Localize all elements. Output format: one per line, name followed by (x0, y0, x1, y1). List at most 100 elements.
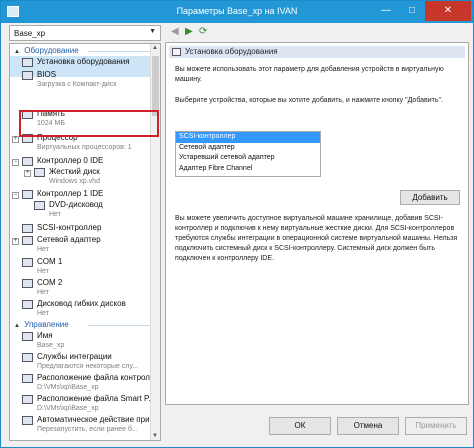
tree-item-sub: Нет (37, 268, 49, 275)
tree-item-label: Службы интеграции (37, 352, 112, 361)
section-divider (88, 51, 150, 52)
tree-item-com2[interactable]: COM 2 Нет (10, 277, 150, 298)
tree-item-sub: Нет (49, 211, 61, 218)
add-device-button[interactable]: Добавить (400, 190, 460, 205)
forward-icon[interactable]: ▶ (185, 26, 193, 38)
tree-item-sub: D:\VMs\xp\Base_xp (37, 405, 99, 412)
settings-window: Параметры Base_xp на IVAN — □ ✕ Base_xp … (0, 0, 474, 448)
tree-item-label: SCSI-контроллер (37, 223, 102, 232)
tree-item-hard-disk[interactable]: + Жесткий диск Windows xp.vhd (10, 166, 150, 187)
expand-icon[interactable]: + (12, 136, 19, 143)
tree-item-sub: Загрузка с Компакт-диск (37, 81, 117, 88)
tree-item-sub: Нет (37, 310, 49, 317)
integration-services-icon (22, 353, 33, 362)
hardware-install-icon (22, 58, 33, 67)
tree-item-label: BIOS (37, 70, 57, 79)
right-pane: ◀ ▶ ⟳ Установка оборудования Вы можете и… (165, 25, 471, 405)
minimize-button[interactable]: — (373, 1, 399, 21)
panel-instruction-text: Выберите устройства, которые вы хотите д… (175, 97, 443, 104)
scsi-controller-icon (22, 224, 33, 233)
tree-item-sub: Предлагаются некоторые слу... (37, 363, 139, 370)
dialog-button-bar: ОК Отмена Применить (1, 413, 473, 447)
device-list[interactable]: SCSI-контроллер Сетевой адаптер Устаревш… (175, 131, 321, 177)
tree-item-label: DVD-дисковод (49, 200, 103, 209)
collapse-icon[interactable]: − (12, 192, 19, 199)
hard-disk-icon (34, 168, 45, 177)
device-option[interactable]: SCSI-контроллер (176, 132, 320, 143)
scrollbar-thumb[interactable] (152, 56, 159, 116)
device-option[interactable]: Сетевой адаптер (176, 143, 320, 154)
com-port-icon (22, 258, 33, 267)
apply-button[interactable]: Применить (405, 417, 467, 435)
tree-item-label: COM 2 (37, 278, 63, 287)
nav-toolbar: ◀ ▶ ⟳ (165, 25, 471, 40)
back-icon[interactable]: ◀ (171, 26, 179, 38)
tree-item-floppy-drive[interactable]: Дисковод гибких дисков Нет (10, 298, 150, 319)
settings-tree[interactable]: ▲ Оборудование Установка оборудования BI… (9, 43, 161, 441)
tree-item-sub: Виртуальных процессоров: 1 (37, 144, 132, 151)
collapse-icon[interactable]: − (12, 159, 19, 166)
left-pane: Base_xp ▼ ▲ Оборудование Установка обору… (9, 25, 161, 441)
tree-item-label: Расположение файла контрольн... (37, 373, 150, 382)
snapshot-location-icon (22, 374, 33, 383)
tree-item-label: Контроллер 0 IDE (37, 156, 104, 165)
expand-icon[interactable]: + (12, 238, 19, 245)
tree-item-sub: Нет (37, 289, 49, 296)
section-divider (88, 325, 150, 326)
bios-icon (22, 71, 33, 80)
hardware-install-icon (172, 48, 181, 56)
ok-button[interactable]: ОК (269, 417, 331, 435)
section-management[interactable]: ▲ Управление (10, 319, 150, 330)
smart-paging-icon (22, 395, 33, 404)
tree-item-label: Контроллер 1 IDE (37, 189, 104, 198)
name-icon (22, 332, 33, 341)
tree-item-bios[interactable]: BIOS Загрузка с Компакт-диск (10, 69, 150, 90)
tree-item-label: Жесткий диск (49, 167, 100, 176)
tree-item-name[interactable]: Имя Base_xp (10, 330, 150, 351)
vm-selector[interactable]: Base_xp ▼ (9, 25, 161, 41)
tree-item-label: Имя (37, 331, 53, 340)
tree-item-dvd-drive[interactable]: DVD-дисковод Нет (10, 199, 150, 220)
panel-intro-text: Вы можете использовать этот параметр для… (175, 66, 444, 83)
tree-item-com1[interactable]: COM 1 Нет (10, 256, 150, 277)
tree-item-snapshot-location[interactable]: Расположение файла контрольн... D:\VMs\x… (10, 372, 150, 393)
panel-title: Установка оборудования (185, 47, 278, 56)
tree-item-label: Установка оборудования (37, 57, 130, 66)
device-option[interactable]: Адаптер Fibre Channel (176, 164, 320, 175)
network-adapter-icon (22, 236, 33, 245)
tree-item-sub: D:\VMs\xp\Base_xp (37, 384, 99, 391)
panel-header: Установка оборудования (169, 46, 465, 58)
section-hardware[interactable]: ▲ Оборудование (10, 45, 150, 56)
vm-selector-value: Base_xp (14, 29, 46, 38)
expand-icon[interactable]: + (24, 170, 31, 177)
device-option[interactable]: Устаревший сетевой адаптер (176, 153, 320, 164)
tree-item-label: Расположение файла Smart P... (37, 394, 150, 403)
memory-highlight-frame (19, 110, 159, 137)
tree-item-sub: Нет (37, 246, 49, 253)
com-port-icon (22, 279, 33, 288)
tree-item-sub: Base_xp (37, 342, 65, 349)
tree-item-label: Дисковод гибких дисков (37, 299, 126, 308)
cancel-button[interactable]: Отмена (337, 417, 399, 435)
section-label: Оборудование (24, 46, 79, 55)
panel-scsi-info-text: Вы можете увеличить доступное виртуально… (175, 215, 458, 262)
tree-item-label: COM 1 (37, 257, 63, 266)
chevron-down-icon: ▼ (149, 28, 156, 35)
details-panel: Установка оборудования Вы можете использ… (165, 42, 469, 405)
maximize-button[interactable]: □ (399, 1, 425, 21)
tree-scrollbar[interactable]: ▲ ▼ (150, 44, 160, 440)
close-button[interactable]: ✕ (425, 1, 471, 21)
dvd-drive-icon (34, 201, 45, 210)
tree-item-label: Сетевой адаптер (37, 235, 101, 244)
title-bar: Параметры Base_xp на IVAN — □ ✕ (1, 1, 473, 23)
tree-item-sub: Windows xp.vhd (49, 178, 100, 185)
section-label: Управление (24, 320, 69, 329)
ide-controller-icon (22, 190, 33, 199)
tree-item-integration-services[interactable]: Службы интеграции Предлагаются некоторые… (10, 351, 150, 372)
ide-controller-icon (22, 157, 33, 166)
tree-item-network-adapter[interactable]: + Сетевой адаптер Нет (10, 234, 150, 255)
floppy-drive-icon (22, 300, 33, 309)
refresh-icon[interactable]: ⟳ (199, 26, 207, 38)
tree-item-smart-paging-location[interactable]: Расположение файла Smart P... D:\VMs\xp\… (10, 393, 150, 414)
scroll-up-icon[interactable]: ▲ (152, 45, 158, 51)
